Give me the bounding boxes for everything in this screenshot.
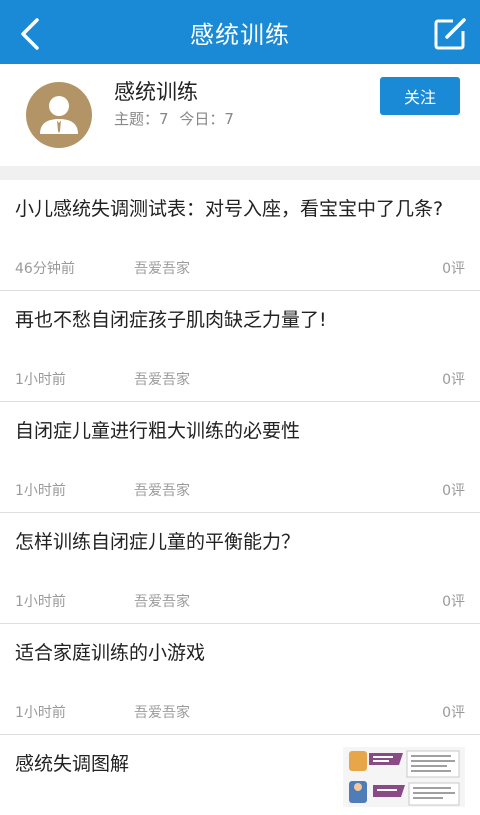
post-thumbnail: [343, 747, 465, 807]
post-author: 吾爱吾家: [134, 594, 190, 610]
list-item[interactable]: 自闭症儿童进行粗大训练的必要性 1小时前 吾爱吾家 0评: [0, 402, 480, 513]
post-meta: 1小时前 吾爱吾家 0评: [15, 369, 465, 389]
forum-header: 感统训练 主题：7 今日：7 关注: [0, 64, 480, 166]
section-divider: [0, 166, 480, 180]
post-comments: 0评: [442, 594, 465, 610]
forum-name: 感统训练: [114, 80, 198, 104]
post-time: 1小时前: [15, 483, 66, 499]
chevron-left-icon: [21, 18, 39, 50]
post-comments: 0评: [442, 705, 465, 721]
topics-count: 主题：7: [114, 110, 169, 128]
post-title: 再也不愁自闭症孩子肌肉缺乏力量了!: [15, 309, 327, 331]
post-meta: 1小时前 吾爱吾家 0评: [15, 591, 465, 611]
today-count: 今日：7: [179, 110, 234, 128]
page-title: 感统训练: [190, 20, 290, 49]
user-icon: [40, 96, 78, 134]
edit-icon: [434, 18, 466, 50]
post-title: 自闭症儿童进行粗大训练的必要性: [15, 420, 301, 442]
post-author: 吾爱吾家: [134, 372, 190, 388]
forum-avatar: [26, 82, 92, 148]
post-title: 适合家庭训练的小游戏: [15, 642, 206, 664]
post-comments: 0评: [442, 372, 465, 388]
post-meta: 1小时前 吾爱吾家 0评: [15, 480, 465, 500]
post-time: 46分钟前: [15, 261, 75, 277]
post-meta: 46分钟前 吾爱吾家 0评: [15, 258, 465, 278]
back-button[interactable]: [8, 12, 52, 56]
follow-button[interactable]: 关注: [380, 77, 460, 115]
post-author: 吾爱吾家: [134, 483, 190, 499]
infographic-thumbnail: [343, 747, 465, 807]
post-time: 1小时前: [15, 372, 66, 388]
post-title: 怎样训练自闭症儿童的平衡能力？: [15, 531, 301, 553]
post-title: 小儿感统失调测试表：对号入座，看宝宝中了几条?: [15, 198, 444, 220]
post-meta: 1小时前 吾爱吾家 0评: [15, 702, 465, 722]
forum-stats: 主题：7 今日：7: [114, 108, 240, 129]
post-comments: 0评: [442, 483, 465, 499]
list-item[interactable]: 适合家庭训练的小游戏 1小时前 吾爱吾家 0评: [0, 624, 480, 735]
list-item[interactable]: 怎样训练自闭症儿童的平衡能力？ 1小时前 吾爱吾家 0评: [0, 513, 480, 624]
post-list: 小儿感统失调测试表：对号入座，看宝宝中了几条? 46分钟前 吾爱吾家 0评 再也…: [0, 180, 480, 815]
top-bar: 感统训练: [0, 0, 480, 64]
post-time: 1小时前: [15, 705, 66, 721]
list-item[interactable]: 再也不愁自闭症孩子肌肉缺乏力量了! 1小时前 吾爱吾家 0评: [0, 291, 480, 402]
list-item[interactable]: 感统失调图解: [0, 735, 480, 815]
compose-button[interactable]: [428, 12, 472, 56]
post-author: 吾爱吾家: [134, 705, 190, 721]
post-author: 吾爱吾家: [134, 261, 190, 277]
list-item[interactable]: 小儿感统失调测试表：对号入座，看宝宝中了几条? 46分钟前 吾爱吾家 0评: [0, 180, 480, 291]
post-comments: 0评: [442, 261, 465, 277]
post-time: 1小时前: [15, 594, 66, 610]
